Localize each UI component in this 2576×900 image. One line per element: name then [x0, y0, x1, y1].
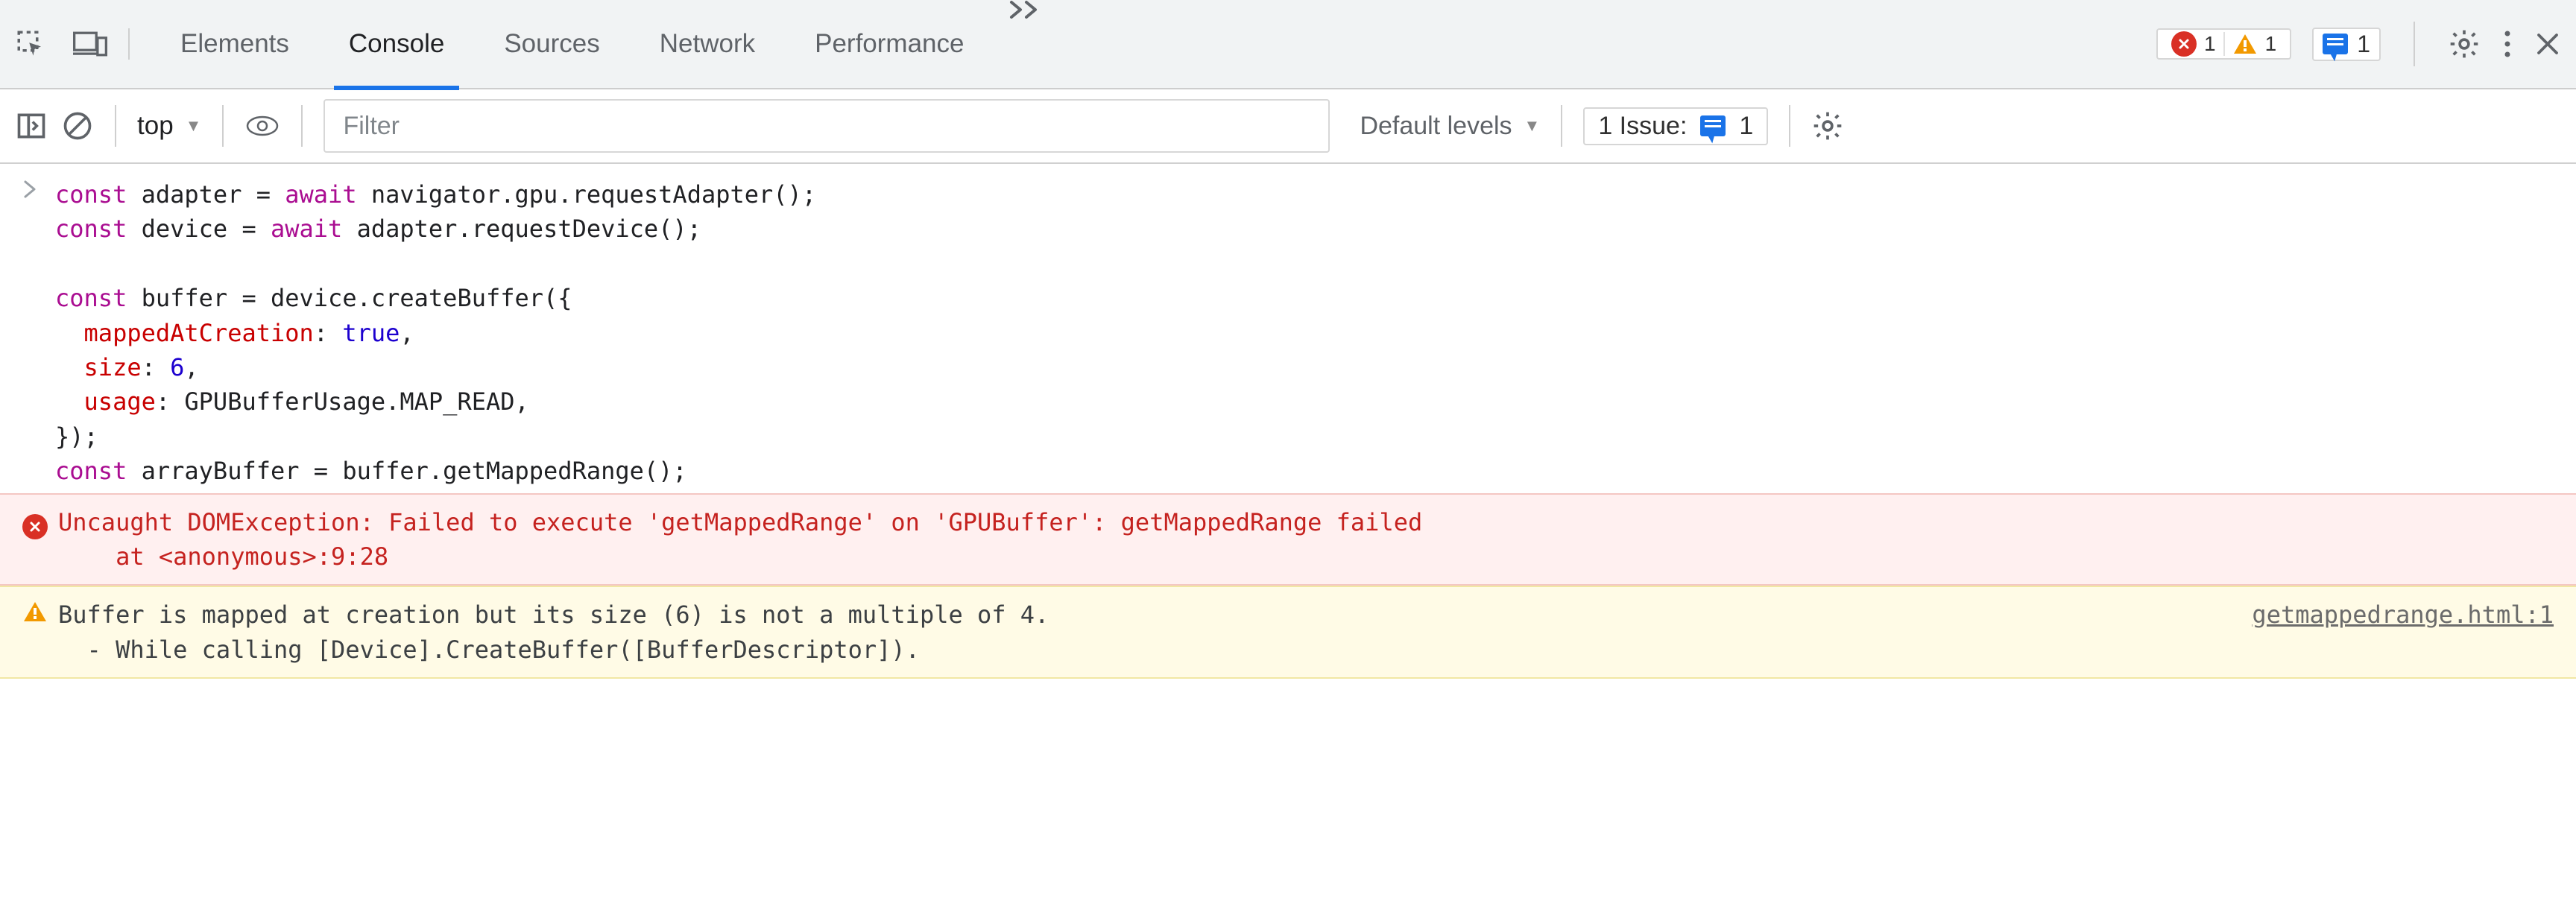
divider	[222, 105, 224, 147]
message-counts-pill[interactable]: 1 1	[2156, 28, 2291, 60]
divider	[1561, 105, 1562, 147]
tabbar-left-icon-group	[15, 28, 130, 60]
levels-label: Default levels	[1360, 112, 1512, 141]
console-error-row[interactable]: Uncaught DOMException: Failed to execute…	[0, 493, 2576, 586]
message-icon	[1700, 115, 1726, 136]
settings-icon[interactable]	[2448, 28, 2481, 60]
tab-performance[interactable]: Performance	[785, 0, 994, 89]
issues-pill[interactable]: 1 Issue: 1	[1583, 107, 1768, 145]
warning-source-link[interactable]: getmappedrange.html:1	[2252, 598, 2554, 632]
info-count-pill[interactable]: 1	[2312, 28, 2381, 61]
tab-label: Performance	[815, 29, 964, 59]
tab-network[interactable]: Network	[630, 0, 785, 89]
issues-label: 1 Issue:	[1598, 112, 1687, 141]
chevron-down-icon: ▼	[186, 116, 202, 136]
console-warning-row[interactable]: Buffer is mapped at creation but its siz…	[0, 586, 2576, 679]
filter-input[interactable]	[323, 99, 1330, 153]
divider	[1789, 105, 1790, 147]
chevron-down-icon: ▼	[1524, 116, 1541, 136]
tab-label: Elements	[180, 29, 289, 59]
close-icon[interactable]	[2534, 31, 2561, 57]
tab-label: Console	[349, 29, 444, 59]
device-toolbar-icon[interactable]	[73, 28, 107, 60]
warning-text: Buffer is mapped at creation but its siz…	[58, 598, 1049, 667]
panel-tabs: Elements Console Sources Network Perform…	[151, 0, 1056, 89]
prompt-chevron-icon	[22, 177, 55, 200]
issues-count: 1	[1739, 112, 1753, 141]
tab-console[interactable]: Console	[319, 0, 474, 89]
tab-sources[interactable]: Sources	[474, 0, 629, 89]
console-body: const adapter = await navigator.gpu.requ…	[0, 164, 2576, 679]
tab-elements[interactable]: Elements	[151, 0, 319, 89]
warn-line2: - While calling [Device].CreateBuffer([B…	[58, 636, 920, 664]
tab-label: Sources	[504, 29, 599, 59]
error-line2: at <anonymous>:9:28	[58, 542, 388, 571]
execution-context-select[interactable]: top ▼	[137, 111, 201, 141]
live-expression-icon[interactable]	[244, 113, 280, 139]
tab-label: Network	[660, 29, 755, 59]
warning-badge-icon	[2232, 33, 2258, 55]
console-settings-icon[interactable]	[1811, 110, 1844, 142]
console-input-code: const adapter = await navigator.gpu.requ…	[55, 177, 816, 489]
toggle-sidebar-icon[interactable]	[15, 110, 48, 142]
console-toolbar: top ▼ Default levels ▼ 1 Issue: 1	[0, 89, 2576, 164]
error-text: Uncaught DOMException: Failed to execute…	[58, 505, 1422, 574]
divider	[301, 105, 303, 147]
log-levels-select[interactable]: Default levels ▼	[1360, 112, 1540, 141]
error-badge-icon	[2171, 31, 2197, 57]
divider	[2414, 22, 2415, 66]
tabbar-right-group: 1 1 1	[2156, 22, 2561, 66]
kebab-menu-icon[interactable]	[2501, 28, 2513, 60]
divider	[115, 105, 116, 147]
more-tabs-button[interactable]	[994, 0, 1056, 89]
warning-count: 1	[2265, 32, 2277, 56]
devtools-tabbar: Elements Console Sources Network Perform…	[0, 0, 2576, 89]
console-prompt-row[interactable]: const adapter = await navigator.gpu.requ…	[0, 177, 2576, 493]
clear-console-icon[interactable]	[61, 110, 94, 142]
warn-line1: Buffer is mapped at creation but its siz…	[58, 600, 1049, 629]
info-count: 1	[2357, 31, 2370, 58]
warning-icon	[22, 598, 58, 623]
error-icon	[22, 505, 58, 542]
error-line1: Uncaught DOMException: Failed to execute…	[58, 508, 1422, 536]
context-label: top	[137, 111, 174, 141]
message-icon	[2323, 34, 2348, 54]
error-count: 1	[2204, 32, 2216, 56]
inspect-element-icon[interactable]	[15, 28, 46, 60]
